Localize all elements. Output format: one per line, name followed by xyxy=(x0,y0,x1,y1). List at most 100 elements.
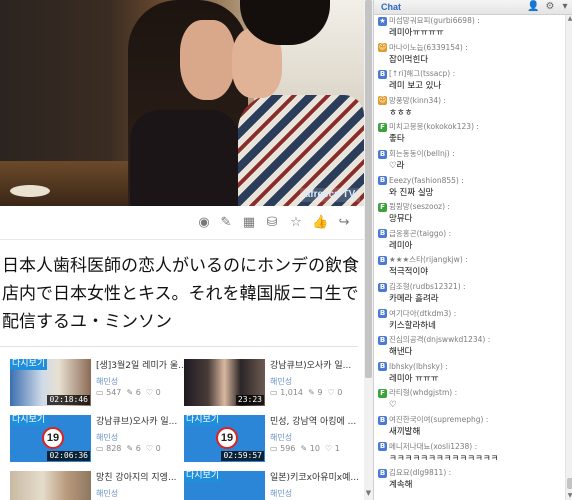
chevron-down-icon[interactable]: ▾ xyxy=(559,1,571,13)
chat-message: B 여진한국이여(supremephg) : 새끼발해 xyxy=(378,414,564,439)
chat-username[interactable]: F 뮝뮝망(seszooz) : xyxy=(378,201,564,213)
chat-message: B 김요묘(dlg9811) : 계속해 xyxy=(378,467,564,492)
video-card-title[interactable]: 강남큐브)오사카 일... xyxy=(96,415,188,429)
video-card[interactable]: 다시보기 일본)키코x아유미x예... 해민성 xyxy=(184,471,362,500)
user-icon: B xyxy=(378,255,387,265)
chat-message: F 뮝뮝망(seszooz) : 망뮤다 xyxy=(378,201,564,226)
chat-username-text: 김요묘(dlg9811) : xyxy=(389,468,452,478)
chat-username[interactable]: B ★★★스타(rijangkjw) : xyxy=(378,254,564,266)
chat-username[interactable]: B 김조형(rudbs12321) : xyxy=(378,281,564,293)
star-icon[interactable]: ☆ xyxy=(288,215,304,231)
video-thumbnail[interactable]: 다시보기 xyxy=(184,471,265,500)
video-card-title[interactable]: [생]3월2일 레미가 울... xyxy=(96,359,188,373)
chat-message-text: 좋타 xyxy=(389,134,405,145)
share-icon[interactable]: ↪ xyxy=(336,215,352,231)
video-card-user[interactable]: 해민성 xyxy=(96,432,118,443)
gift-icon[interactable]: ▦ xyxy=(241,215,257,231)
video-card-user[interactable]: 해민성 xyxy=(96,488,118,499)
video-card[interactable]: 다시보기 19 02:06:36 강남큐브)오사카 일... 해민성 ▭ 828… xyxy=(10,415,188,465)
user-icon: B xyxy=(378,468,387,478)
video-toolbar: ◉ ✎ ▦ ⛁ ☆ 👍 ↪ xyxy=(0,206,364,240)
video-card-title[interactable]: 망친 강아지의 지엥... xyxy=(96,471,188,485)
user-icon: B xyxy=(378,309,387,319)
chat-username[interactable]: B 여진한국이여(supremephg) : xyxy=(378,414,564,426)
video-thumbnail[interactable]: 다시보기 02:18:46 xyxy=(10,359,91,406)
chat-username[interactable]: ★ 미섬망궈묘피(gurbi6698) : xyxy=(378,15,564,27)
chat-message: B 여기다아(dtkdm3) : 키스할라하네 xyxy=(378,308,564,333)
video-card-title[interactable]: 민성, 강남역 아킹에 ... xyxy=(270,415,362,429)
chat-username[interactable]: B 여기다아(dtkdm3) : xyxy=(378,308,564,320)
like-icon: ♡ xyxy=(145,444,154,453)
chat-username-text: 진심의공격(dnjswwkd1234) : xyxy=(389,335,491,345)
chat-username[interactable]: ☺ 망풍망(kinn34) : xyxy=(378,95,564,107)
chat-message: B 메니저나대뇨(xosli1238) : ㅋㅋㅋㅋㅋㅋㅋㅋㅋㅋㅋㅋㅋㅋ xyxy=(378,441,564,466)
chat-message-text: ㅎㅎㅎ xyxy=(389,107,413,118)
replay-tag: 다시보기 xyxy=(184,415,222,426)
age-restriction-badge: 19 xyxy=(42,427,64,449)
chat-username-text: Eeezy(fashion855) : xyxy=(389,175,464,185)
location-pin-icon[interactable]: ◉ xyxy=(196,215,212,231)
user-icon: B xyxy=(378,149,387,159)
scroll-up-arrow-icon[interactable]: ▲ xyxy=(566,15,572,23)
video-thumbnail[interactable] xyxy=(10,471,91,500)
video-card-user[interactable]: 해민성 xyxy=(270,488,292,499)
video-card[interactable]: 다시보기 19 02:59:57 민성, 강남역 아킹에 ... 해민성 ▭ 5… xyxy=(184,415,362,465)
chat-username-text: 여기다아(dtkdm3) : xyxy=(389,308,457,318)
video-card-user[interactable]: 해민성 xyxy=(96,376,118,387)
scrollbar-thumb[interactable] xyxy=(365,0,372,378)
scroll-down-arrow-icon[interactable]: ▼ xyxy=(364,489,373,498)
video-thumbnail[interactable]: 다시보기 19 02:06:36 xyxy=(10,415,91,462)
chat-username-text: 망풍망(kinn34) : xyxy=(389,95,446,105)
chat-username[interactable]: F 미치고몽몽(kokokok123) : xyxy=(378,121,564,133)
video-thumbnail[interactable]: 다시보기 19 02:59:57 xyxy=(184,415,265,462)
like-count: 0 xyxy=(155,388,161,397)
scroll-down-arrow-icon[interactable]: ▼ xyxy=(566,492,572,500)
chat-username[interactable]: F 라티형(whdgjstm) : xyxy=(378,387,564,399)
chat-username[interactable]: B 메니저나대뇨(xosli1238) : xyxy=(378,441,564,453)
chat-username[interactable]: B 급옹홍곤(taiggo) : xyxy=(378,228,564,240)
duration-label: 02:18:46 xyxy=(47,395,90,405)
broadcast-panel: afreeca TV ◉ ✎ ▦ ⛁ ☆ 👍 ↪ 日本人歯科医師の恋人がいるのに… xyxy=(0,0,373,500)
chat-message-text: 와 진짜 실망 xyxy=(389,187,434,198)
thumbs-up-icon[interactable]: 👍 xyxy=(312,215,328,231)
chat-panel: Chat 👤 ⚙ ▾ ★ 미섬망궈묘피(gurbi6698) : 레미아ㅠㅠㅠㅠ ☺ 마… xyxy=(373,0,572,500)
video-card-user[interactable]: 해민성 xyxy=(270,432,292,443)
chat-header: Chat 👤 ⚙ ▾ xyxy=(374,0,572,15)
chat-message: B 진심의공격(dnjswwkd1234) : 해낸다 xyxy=(378,334,564,359)
chat-username[interactable]: Blbhsky(lbhsky) : xyxy=(378,361,564,373)
video-card-title[interactable]: 일본)키코x아유미x예... xyxy=(270,471,362,485)
video-card-title[interactable]: 강남큐브)오사카 일... xyxy=(270,359,362,373)
video-card-stats: ▭ 596 ✎ 10 ♡ 1 xyxy=(270,443,340,454)
chat-username[interactable]: B Eeezy(fashion855) : xyxy=(378,175,564,187)
chat-message: B 급옹홍곤(taiggo) : 레미아 xyxy=(378,228,564,253)
video-card[interactable]: 다시보기 02:18:46 [생]3월2일 레미가 울... 해민성 ▭ 547… xyxy=(10,359,188,409)
chat-message-text: 레미 보고 있나 xyxy=(389,81,442,92)
chat-username[interactable]: ☺ 마나이노늡(6339154) : xyxy=(378,42,564,54)
chat-username[interactable]: B [↑ri]해그(tssacp) : xyxy=(378,68,564,80)
chat-message-text: ㅋㅋㅋㅋㅋㅋㅋㅋㅋㅋㅋㅋㅋㅋ xyxy=(389,453,499,464)
chat-username[interactable]: B 회는동동이(bellnj) : xyxy=(378,148,564,160)
chat-message: Blbhsky(lbhsky) : 레미아 ㅠㅠㅠ xyxy=(378,361,564,386)
cart-icon[interactable]: ⛁ xyxy=(264,215,280,231)
age-restriction-badge: 19 xyxy=(216,427,238,449)
video-thumbnail[interactable]: 23:23 xyxy=(184,359,265,406)
user-icon: B xyxy=(378,362,387,372)
scrollbar-thumb[interactable] xyxy=(567,478,572,489)
user-list-icon[interactable]: 👤 xyxy=(527,1,539,13)
video-card[interactable]: 망친 강아지의 지엥... 해민성 xyxy=(10,471,188,500)
chat-scrollbar[interactable]: ▲ ▼ xyxy=(565,15,572,500)
chat-username[interactable]: B 진심의공격(dnjswwkd1234) : xyxy=(378,334,564,346)
video-player[interactable]: afreeca TV xyxy=(0,0,364,206)
video-card[interactable]: 23:23 강남큐브)오사카 일... 해민성 ▭ 1,014 ✎ 9 ♡ 0 xyxy=(184,359,362,409)
chat-message: B 회는동동이(bellnj) : ♡라 xyxy=(378,148,564,173)
chat-username[interactable]: B 김요묘(dlg9811) : xyxy=(378,467,564,479)
video-card-user[interactable]: 해민성 xyxy=(270,376,292,387)
edit-icon[interactable]: ✎ xyxy=(218,215,234,231)
chat-message: B [↑ri]해그(tssacp) : 레미 보고 있나 xyxy=(378,68,564,93)
chat-username-text: 여진한국이여(supremephg) : xyxy=(389,415,489,424)
page-scrollbar[interactable]: ▼ xyxy=(364,0,373,500)
views-icon: ▭ xyxy=(96,444,104,453)
gear-icon[interactable]: ⚙ xyxy=(544,1,556,13)
chat-message-text: 잡이먹힌다 xyxy=(389,54,429,65)
user-icon: B xyxy=(378,282,387,292)
